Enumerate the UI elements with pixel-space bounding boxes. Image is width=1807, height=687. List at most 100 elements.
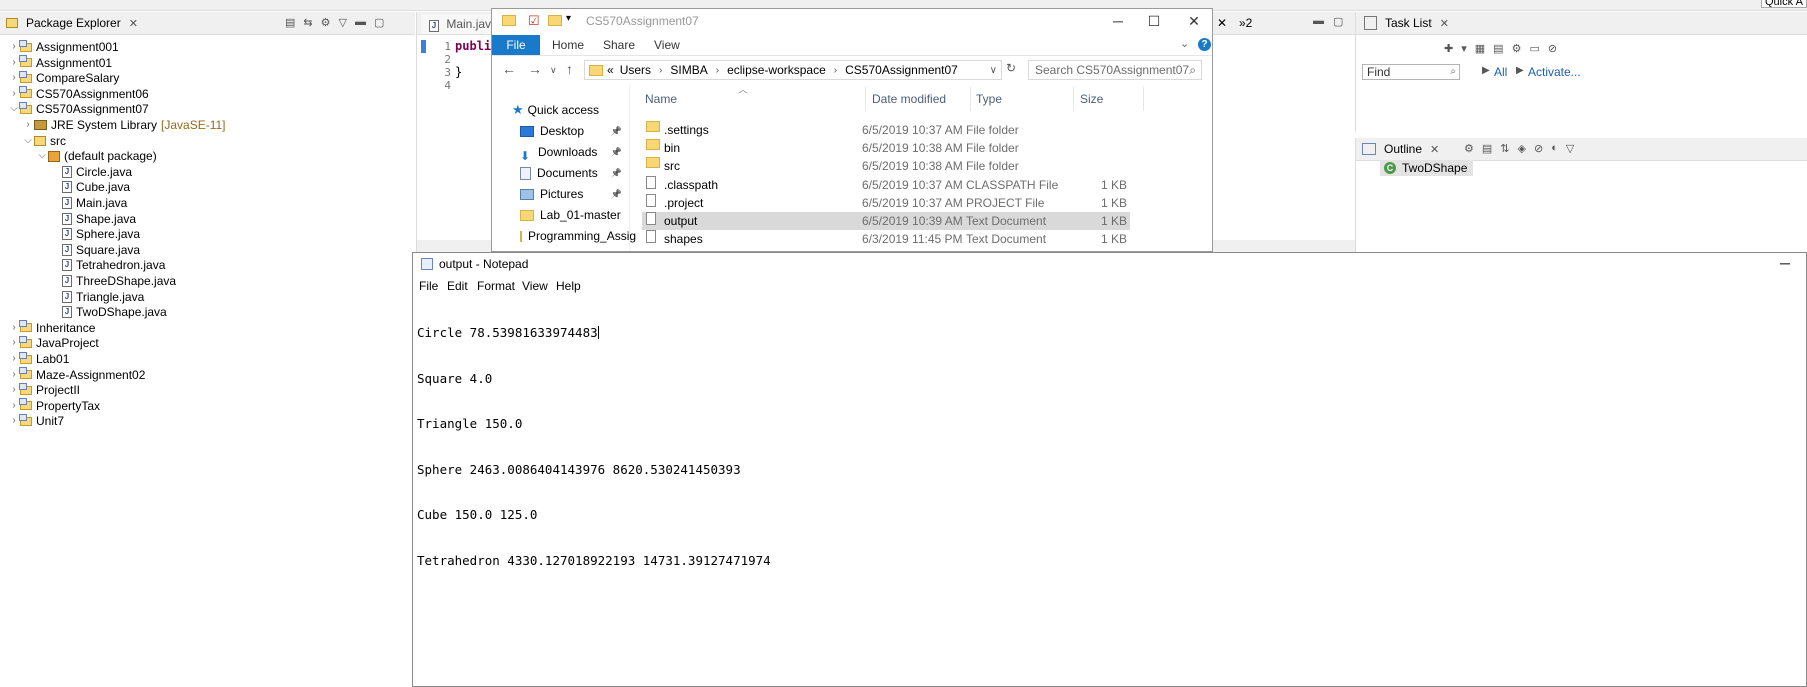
breadcrumb-current[interactable]: CS570Assignment07: [845, 63, 958, 77]
view-menu-icon[interactable]: ▾: [1461, 42, 1467, 55]
play-icon[interactable]: ▶: [1482, 65, 1490, 76]
breadcrumb-overflow[interactable]: «: [607, 63, 614, 77]
pane-divider[interactable]: [629, 85, 630, 251]
tree-item[interactable]: › ProjectII: [8, 382, 80, 398]
hide-nonpublic-icon[interactable]: ◐: [1551, 142, 1558, 155]
menu-view[interactable]: View: [522, 279, 548, 293]
filters-icon[interactable]: ⚙: [1464, 142, 1474, 155]
tree-item[interactable]: J Shape.java: [50, 211, 136, 227]
file-row[interactable]: .project 6/5/2019 10:37 AM PROJECT File 1 K…: [642, 193, 1130, 212]
close-icon[interactable]: ✕: [129, 17, 138, 30]
column-divider[interactable]: [970, 87, 971, 111]
file-row[interactable]: src 6/5/2019 10:38 AM File folder: [642, 157, 1130, 175]
back-arrow-icon[interactable]: ←: [502, 61, 516, 77]
minimize-icon[interactable]: ▬: [355, 16, 366, 29]
minimize-icon[interactable]: ▬: [1313, 15, 1324, 27]
tree-item[interactable]: J ThreeDShape.java: [50, 273, 176, 289]
ribbon-tab-file[interactable]: File: [492, 35, 540, 55]
search-input[interactable]: Search CS570Assignment07 ⌕: [1028, 60, 1202, 80]
nav-item[interactable]: Desktop 📌: [520, 121, 628, 141]
file-row[interactable]: shapes 6/3/2019 11:45 PM Text Document 1 KB: [642, 230, 1130, 248]
breadcrumb-users[interactable]: Users: [620, 63, 651, 77]
nav-item[interactable]: Programming_Assig: [520, 226, 636, 246]
column-header-type[interactable]: Type: [976, 89, 1002, 109]
filter-icon[interactable]: ⚙: [1512, 42, 1522, 55]
address-breadcrumb[interactable]: « Users › SIMBA › eclipse-workspace › CS…: [584, 60, 1002, 80]
tree-item[interactable]: ⌵ src: [22, 133, 66, 149]
outline-item-twodshape[interactable]: C TwoDShape: [1380, 160, 1474, 176]
editor-overflow-indicator[interactable]: »2: [1239, 16, 1252, 30]
new-folder-icon[interactable]: [548, 15, 562, 26]
pin-icon[interactable]: 📌: [611, 184, 622, 204]
recent-locations-icon[interactable]: ∨: [550, 65, 557, 76]
file-row[interactable]: .classpath 6/5/2019 10:37 AM CLASSPATH Fil…: [642, 175, 1130, 194]
tree-item[interactable]: › Assignment01: [8, 55, 112, 71]
tree-item[interactable]: J Circle.java: [50, 164, 132, 180]
nav-item[interactable]: Documents 📌: [520, 163, 628, 183]
tree-item[interactable]: › CompareSalary: [8, 70, 119, 86]
chevron-down-icon[interactable]: ⌵: [22, 133, 34, 149]
column-header-date[interactable]: Date modified: [872, 89, 946, 109]
tab-task-list[interactable]: Task List ✕: [1364, 16, 1449, 30]
nav-item[interactable]: ⬇ Downloads 📌: [520, 142, 628, 163]
file-row[interactable]: .settings 6/5/2019 10:37 AM File folder: [642, 121, 1130, 139]
view-menu-icon[interactable]: ▽: [1566, 142, 1574, 155]
minimize-button[interactable]: ─: [1098, 11, 1138, 31]
scheduled-icon[interactable]: ▤: [1493, 42, 1503, 55]
view-menu-icon[interactable]: ▽: [339, 16, 347, 29]
chevron-down-icon[interactable]: ∨: [990, 65, 997, 76]
tree-item[interactable]: › Inheritance: [8, 320, 95, 336]
tree-item[interactable]: J Cube.java: [50, 179, 130, 195]
task-find-input[interactable]: Find ⌕: [1362, 64, 1460, 80]
up-arrow-icon[interactable]: ↑: [566, 61, 573, 77]
nav-item[interactable]: Pictures 📌: [520, 184, 628, 204]
pin-icon[interactable]: 📌: [611, 163, 622, 183]
tree-item[interactable]: › JavaProject: [8, 335, 99, 351]
tree-item[interactable]: › Maze-Assignment02: [8, 367, 145, 383]
ribbon-tab-share[interactable]: Share: [603, 35, 635, 55]
maximize-button[interactable]: ☐: [1134, 11, 1174, 31]
close-button[interactable]: ✕: [1174, 11, 1212, 31]
tab-outline[interactable]: Outline ✕: [1362, 142, 1439, 156]
filters-icon[interactable]: ⚙: [321, 16, 331, 29]
collapse-all-icon[interactable]: ▭: [1529, 42, 1539, 55]
categorized-icon[interactable]: ▦: [1475, 42, 1485, 55]
pin-icon[interactable]: 📌: [611, 121, 622, 141]
link-with-editor-icon[interactable]: ⇆: [303, 16, 312, 29]
properties-icon[interactable]: ☑: [528, 13, 540, 29]
pin-icon[interactable]: 📌: [611, 142, 622, 162]
tab-package-explorer[interactable]: Package Explorer ✕: [6, 16, 138, 30]
maximize-icon[interactable]: ▢: [1333, 15, 1343, 28]
minimize-button[interactable]: ─: [1770, 253, 1800, 275]
quick-access-input[interactable]: Quick A: [1761, 0, 1807, 8]
tree-item[interactable]: › CS570Assignment06: [8, 86, 149, 102]
breadcrumb-workspace[interactable]: eclipse-workspace: [727, 63, 826, 77]
menu-help[interactable]: Help: [556, 279, 581, 293]
chevron-down-icon[interactable]: ⌵: [36, 148, 48, 164]
tree-item[interactable]: › Lab01: [8, 351, 69, 367]
chevron-right-icon[interactable]: ›: [22, 117, 34, 133]
column-header-size[interactable]: Size: [1080, 89, 1103, 109]
close-icon[interactable]: ✕: [1440, 17, 1449, 30]
all-link[interactable]: All: [1494, 65, 1507, 79]
collapse-all-icon[interactable]: ▤: [285, 16, 295, 29]
column-divider[interactable]: [1143, 87, 1144, 111]
close-icon[interactable]: ✕: [1217, 16, 1227, 30]
column-divider[interactable]: [1073, 87, 1074, 111]
column-divider[interactable]: [865, 87, 866, 111]
tree-item[interactable]: J TwoDShape.java: [50, 304, 167, 320]
column-header-name[interactable]: Name: [645, 89, 677, 109]
breadcrumb-simba[interactable]: SIMBA: [670, 63, 707, 77]
menu-edit[interactable]: Edit: [447, 279, 468, 293]
tree-item[interactable]: J Sphere.java: [50, 226, 140, 242]
tree-item[interactable]: ⌵ (default package): [36, 148, 157, 164]
nav-item[interactable]: Lab_01-master: [520, 205, 628, 225]
menu-format[interactable]: Format: [477, 279, 515, 293]
customize-toolbar-icon[interactable]: ▾: [566, 13, 571, 24]
file-row[interactable]: output 6/5/2019 10:39 AM Text Document 1 KB: [642, 212, 1130, 230]
tree-item[interactable]: J Square.java: [50, 242, 140, 258]
file-row[interactable]: bin 6/5/2019 10:38 AM File folder: [642, 139, 1130, 157]
tree-item[interactable]: J Main.java: [50, 195, 127, 211]
tree-item[interactable]: ⌵ CS570Assignment07: [8, 101, 149, 117]
focus-icon[interactable]: ⊘: [1548, 42, 1557, 55]
